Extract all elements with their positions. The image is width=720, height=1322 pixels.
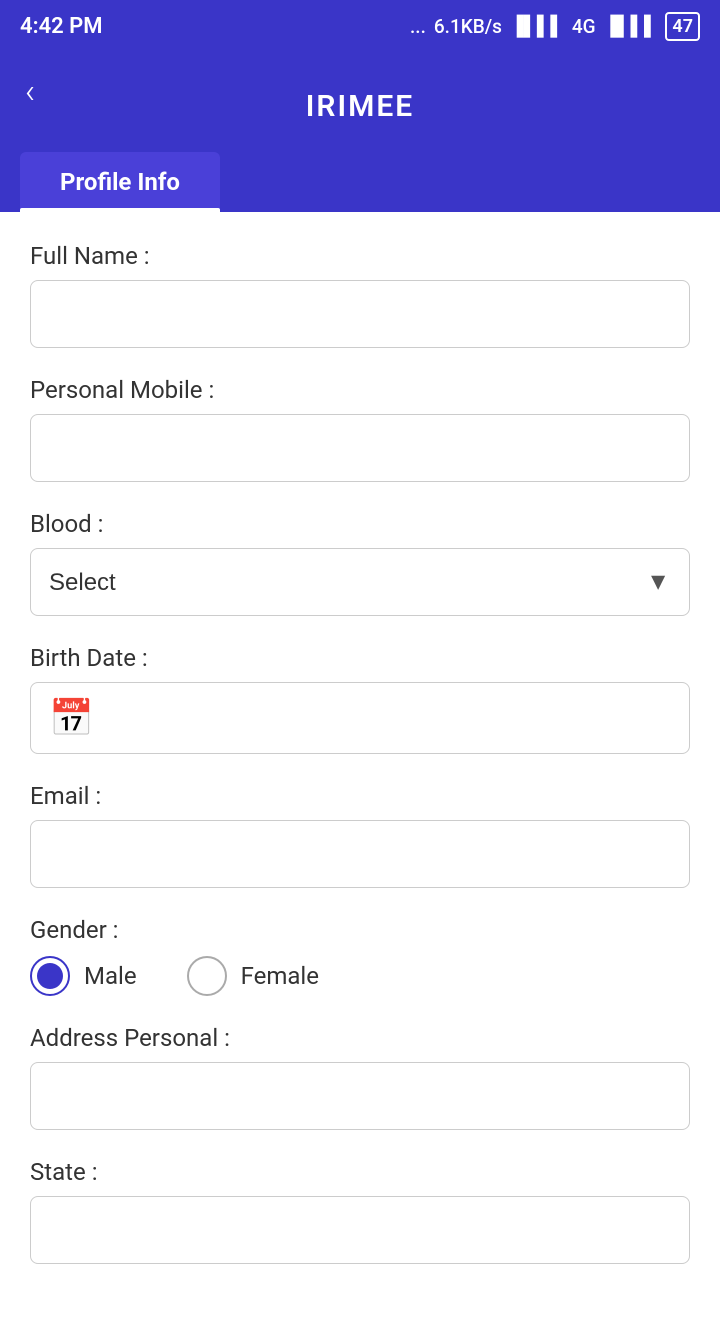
gender-group: Gender : Male Female: [30, 916, 690, 996]
male-radio-inner: [37, 963, 63, 989]
email-group: Email :: [30, 782, 690, 888]
blood-select-wrapper: Select A+ A- B+ B- AB+ AB- O+ O- ▼: [30, 548, 690, 616]
blood-select[interactable]: Select A+ A- B+ B- AB+ AB- O+ O-: [30, 548, 690, 616]
gender-female-option[interactable]: Female: [187, 956, 319, 996]
blood-label: Blood :: [30, 510, 690, 538]
full-name-group: Full Name :: [30, 242, 690, 348]
address-personal-group: Address Personal :: [30, 1024, 690, 1130]
calendar-icon: 📅: [49, 697, 94, 739]
full-name-label: Full Name :: [30, 242, 690, 270]
header: ‹ IRIMEE: [0, 52, 720, 142]
tab-profile-info[interactable]: Profile Info: [20, 152, 220, 212]
gender-label: Gender :: [30, 916, 690, 944]
state-group: State :: [30, 1158, 690, 1264]
female-label: Female: [241, 962, 319, 990]
personal-mobile-group: Personal Mobile :: [30, 376, 690, 482]
state-input[interactable]: [30, 1196, 690, 1264]
address-personal-label: Address Personal :: [30, 1024, 690, 1052]
form-area: Full Name : Personal Mobile : Blood : Se…: [0, 212, 720, 1322]
male-label: Male: [84, 962, 137, 990]
blood-group: Blood : Select A+ A- B+ B- AB+ AB- O+ O-…: [30, 510, 690, 616]
status-time: 4:42 PM: [20, 14, 103, 39]
network-dots: ...: [410, 15, 426, 38]
gender-radio-group: Male Female: [30, 956, 690, 996]
network-speed: 6.1KB/s: [434, 15, 502, 38]
address-personal-input[interactable]: [30, 1062, 690, 1130]
email-input[interactable]: [30, 820, 690, 888]
state-label: State :: [30, 1158, 690, 1186]
email-label: Email :: [30, 782, 690, 810]
personal-mobile-label: Personal Mobile :: [30, 376, 690, 404]
personal-mobile-input[interactable]: [30, 414, 690, 482]
birth-date-label: Birth Date :: [30, 644, 690, 672]
status-right: ... 6.1KB/s ▐▌▌▌ 4G ▐▌▌▌ 47: [410, 12, 700, 41]
status-bar: 4:42 PM ... 6.1KB/s ▐▌▌▌ 4G ▐▌▌▌ 47: [0, 0, 720, 52]
back-button[interactable]: ‹: [20, 67, 40, 117]
birth-date-picker[interactable]: 📅: [30, 682, 690, 754]
full-name-input[interactable]: [30, 280, 690, 348]
network-type: 4G: [572, 15, 596, 38]
male-radio-button[interactable]: [30, 956, 70, 996]
battery-indicator: 47: [665, 12, 700, 41]
app-title: IRIMEE: [306, 89, 414, 124]
signal-icon-2: ▐▌▌▌: [604, 14, 658, 38]
female-radio-button[interactable]: [187, 956, 227, 996]
gender-male-option[interactable]: Male: [30, 956, 137, 996]
birth-date-group: Birth Date : 📅: [30, 644, 690, 754]
signal-icon-1: ▐▌▌▌: [510, 14, 564, 38]
tab-bar: Profile Info: [0, 142, 720, 212]
